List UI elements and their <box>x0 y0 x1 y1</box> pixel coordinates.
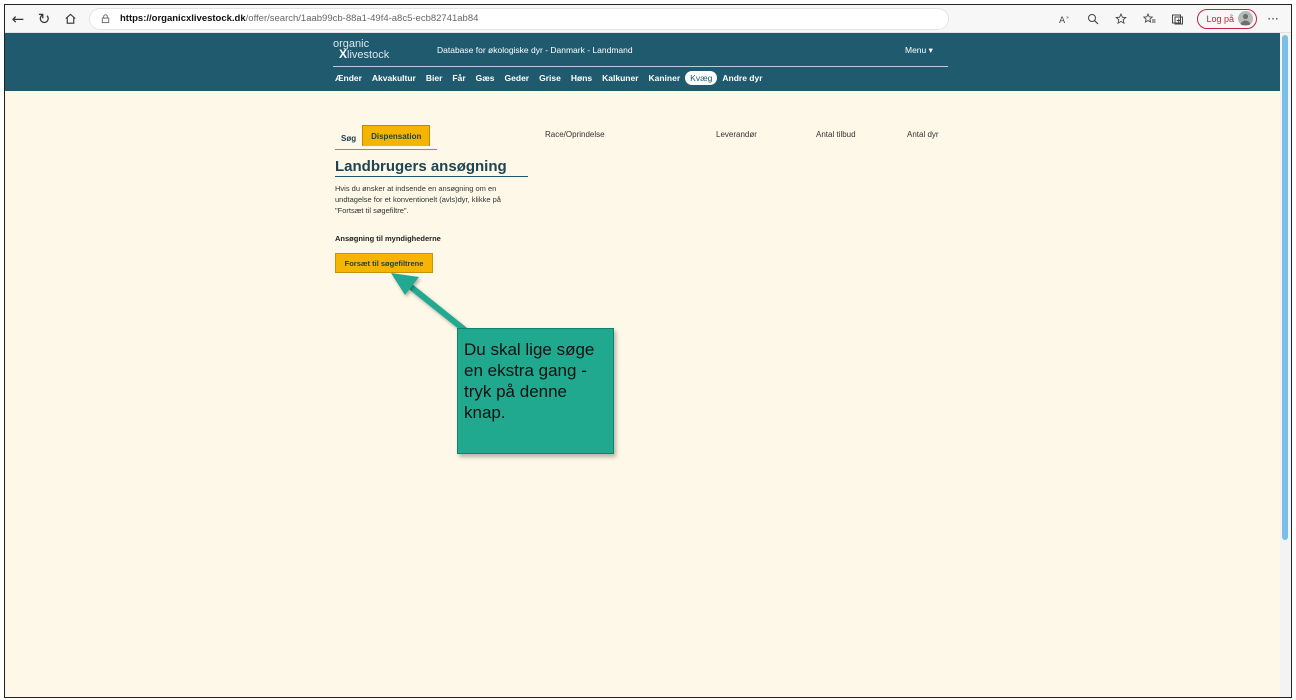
screenshot-frame <box>4 4 1292 698</box>
